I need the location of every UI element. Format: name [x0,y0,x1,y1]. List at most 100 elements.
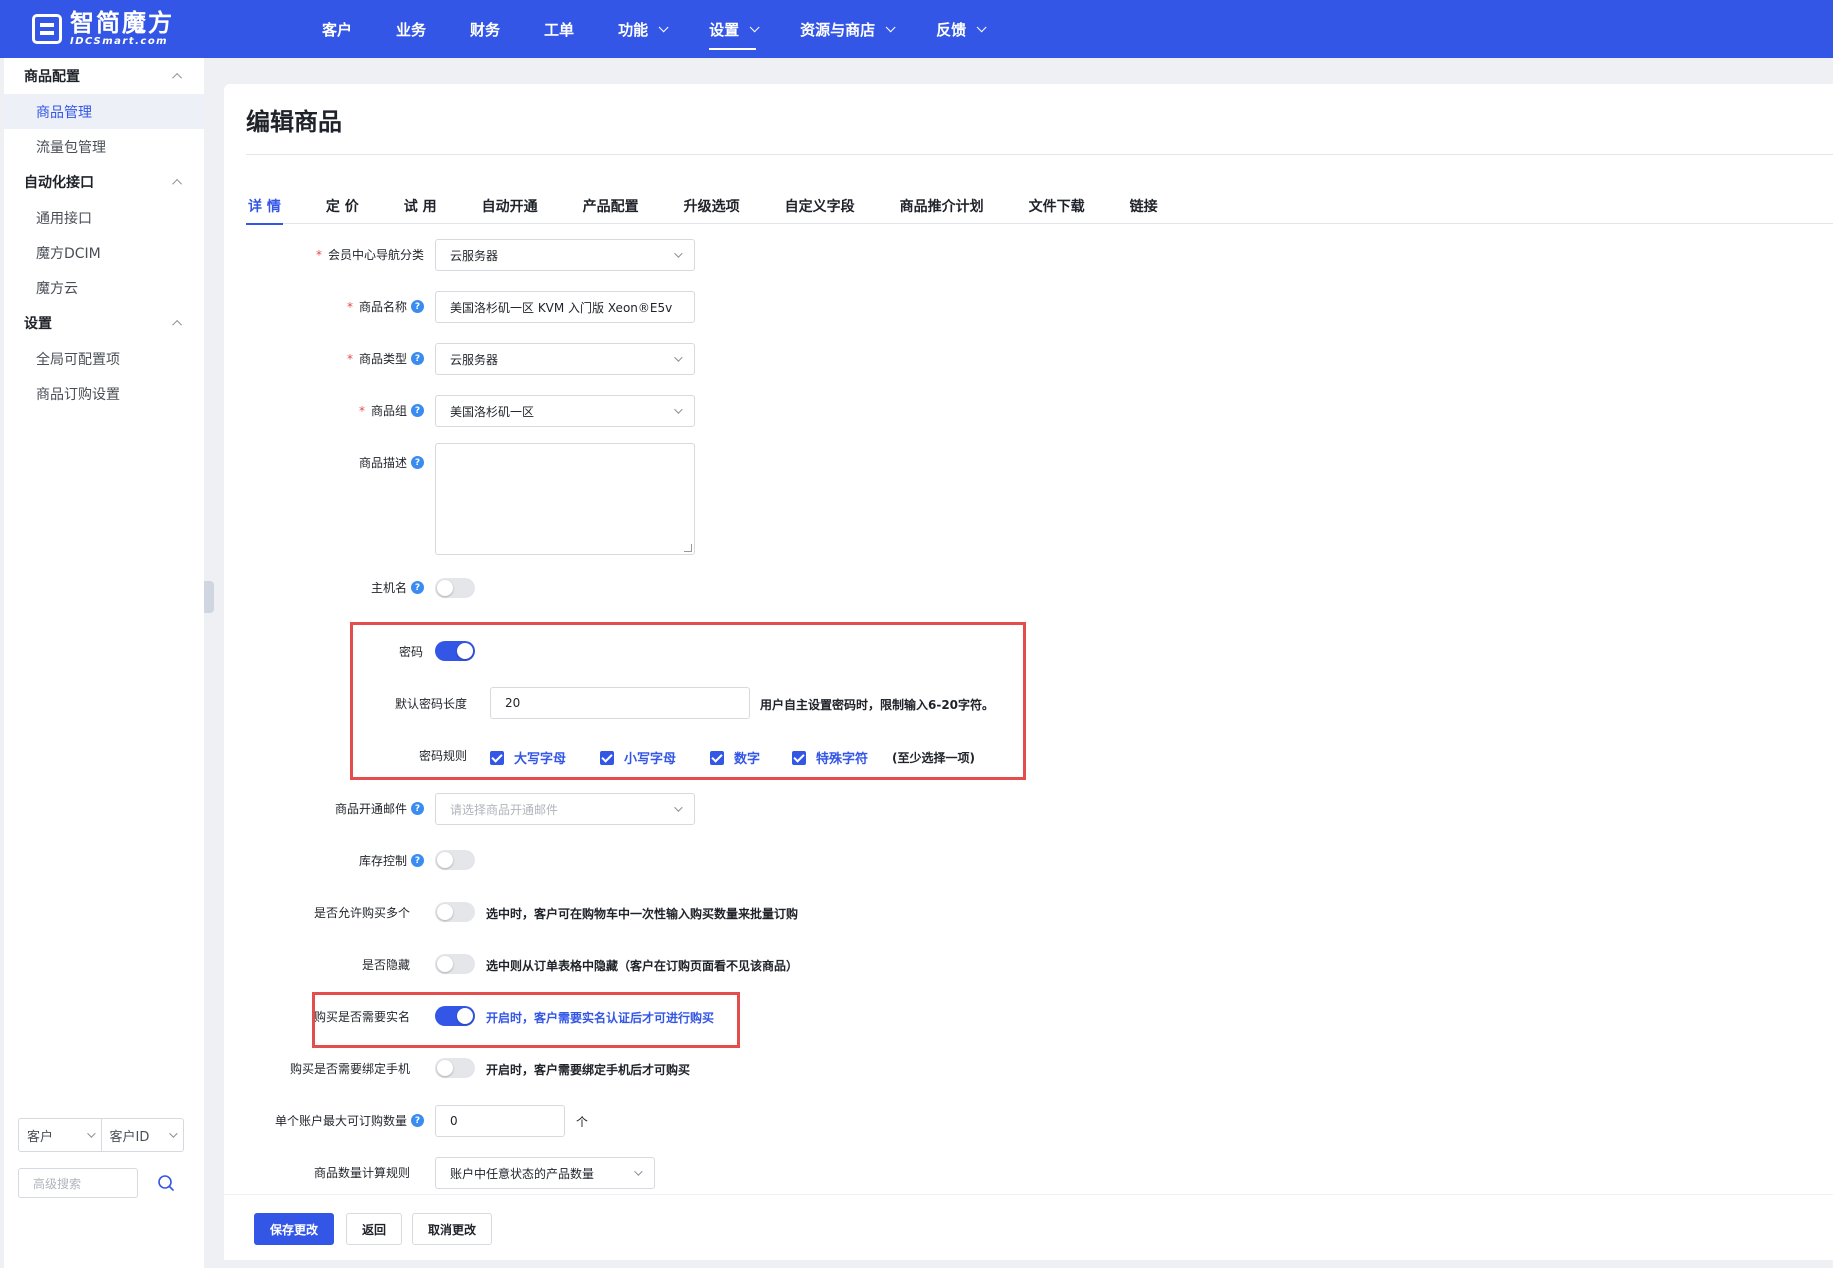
nav-category-select[interactable]: 云服务器 [435,239,695,271]
sidebar-item-product-management[interactable]: 商品管理 [4,94,204,129]
nav-item-finance[interactable]: 财务 [448,0,522,58]
chevron-up-icon [172,72,183,83]
checkbox-special[interactable]: 特殊字符 [792,748,868,767]
nav-item-feedback[interactable]: 反馈 [914,0,1005,58]
product-group-select[interactable]: 美国洛杉矶一区 [435,395,695,427]
count-rule-select[interactable]: 账户中任意状态的产品数量 [435,1157,655,1189]
require-realname-switch[interactable] [435,1006,475,1026]
product-name-input[interactable]: 美国洛杉矶一区 KVM 入门版 Xeon®E5v [435,291,695,323]
allow-multiple-switch[interactable] [435,902,475,922]
chevron-down-icon [674,353,683,362]
tab-label: 自动开通 [481,199,538,215]
tab-auto-provision[interactable]: 自动开通 [480,188,540,224]
search-type-select[interactable]: 客户 [19,1119,102,1151]
label-product-group: * 商品组? [359,402,424,419]
nav-item-business[interactable]: 业务 [374,0,448,58]
sidebar-group-settings[interactable]: 设置 [4,305,204,341]
tab-label: 商品推介计划 [899,199,984,215]
input-value: 美国洛杉矶一区 KVM 入门版 Xeon®E5v [450,300,673,315]
product-type-select[interactable]: 云服务器 [435,343,695,375]
sidebar-item-global-config[interactable]: 全局可配置项 [4,341,204,376]
sidebar-item-label: 全局可配置项 [36,351,120,368]
open-email-select[interactable]: 请选择商品开通邮件 [435,793,695,825]
sidebar-collapse-handle[interactable] [204,581,214,613]
select-value: 云服务器 [450,248,499,263]
search-button[interactable] [150,1168,182,1198]
advanced-search-input[interactable]: 高级搜索 [18,1168,138,1198]
search-type-value: 客户 [27,1129,54,1145]
nav-label: 功能 [618,20,649,39]
help-icon: ? [411,456,424,469]
tab-label: 文件下载 [1028,199,1085,215]
checkbox-label: 大写字母 [514,752,567,767]
checkbox-checked-icon [490,750,504,765]
nav-item-features[interactable]: 功能 [596,0,687,58]
sidebar-item-cloud[interactable]: 魔方云 [4,270,204,305]
sidebar-group-title: 设置 [24,316,52,332]
description-textarea[interactable] [435,443,695,555]
checkbox-uppercase[interactable]: 大写字母 [490,748,566,767]
sidebar-item-dcim[interactable]: 魔方DCIM [4,235,204,270]
max-per-account-input[interactable]: 0 [435,1105,565,1137]
sidebar-item-traffic-package[interactable]: 流量包管理 [4,129,204,164]
tab-custom-fields[interactable]: 自定义字段 [783,188,857,224]
sidebar-group-title: 自动化接口 [24,175,94,191]
chevron-up-icon [172,319,183,330]
nav-item-customers[interactable]: 客户 [300,0,374,58]
sidebar-group-automation[interactable]: 自动化接口 [4,164,204,200]
tab-label: 自定义字段 [784,199,855,215]
sidebar-item-label: 魔方云 [36,280,78,297]
brand-logo[interactable]: 智简魔方 IDCSmart.com [32,10,174,48]
sidebar: 商品配置 商品管理 流量包管理 自动化接口 通用接口 魔方DCIM 魔方云 设置… [4,58,204,1268]
nav-item-settings[interactable]: 设置 [687,0,778,58]
checkbox-checked-icon [710,750,724,765]
require-phone-switch[interactable] [435,1058,475,1078]
resize-grip-icon[interactable] [684,544,692,552]
label-description: 商品描述? [359,454,424,471]
chevron-down-icon [749,21,760,32]
nav-item-tickets[interactable]: 工单 [522,0,596,58]
tab-label: 链接 [1129,199,1158,215]
brand-name-cn: 智简魔方 [70,9,174,37]
checkbox-checked-icon [600,750,614,765]
sidebar-item-generic-api[interactable]: 通用接口 [4,200,204,235]
help-icon: ? [411,1114,424,1127]
chevron-down-icon [674,405,683,414]
sidebar-item-label: 商品管理 [36,104,92,121]
checkbox-label: 特殊字符 [816,752,869,767]
hostname-switch[interactable] [435,578,475,598]
back-button[interactable]: 返回 [346,1213,402,1245]
action-bar: 保存更改 返回 取消更改 [224,1194,1833,1260]
stock-control-switch[interactable] [435,850,475,870]
nav-item-resources-store[interactable]: 资源与商店 [778,0,914,58]
sidebar-group-product-config[interactable]: 商品配置 [4,58,204,94]
tab-product-config[interactable]: 产品配置 [581,188,641,224]
tab-downloads[interactable]: 文件下载 [1027,188,1087,224]
help-icon: ? [411,300,424,313]
select-value: 云服务器 [450,352,499,367]
hidden-switch[interactable] [435,954,475,974]
search-field-value: 客户ID [109,1129,150,1145]
cancel-button[interactable]: 取消更改 [412,1213,492,1245]
label-stock-control: 库存控制? [359,852,424,869]
tab-upgrade-options[interactable]: 升级选项 [682,188,742,224]
tab-links[interactable]: 链接 [1128,188,1160,224]
require-phone-hint: 开启时，客户需要绑定手机后才可购买 [486,1063,691,1077]
label-product-name: * 商品名称? [347,298,424,315]
checkbox-lowercase[interactable]: 小写字母 [600,748,676,767]
label-hostname: 主机名? [371,579,424,596]
sidebar-item-label: 通用接口 [36,210,92,227]
password-length-input[interactable]: 20 [490,687,750,719]
tab-label: 产品配置 [582,199,639,215]
search-field-select[interactable]: 客户ID [102,1119,184,1151]
sidebar-item-order-settings[interactable]: 商品订购设置 [4,376,204,411]
save-button[interactable]: 保存更改 [254,1213,334,1245]
checkbox-digits[interactable]: 数字 [710,748,760,767]
help-icon: ? [411,854,424,867]
password-switch[interactable] [435,641,475,661]
password-length-hint: 用户自主设置密码时，限制输入6-20字符。 [760,698,995,712]
product-tabs: 详 情 定 价 试 用 自动开通 产品配置 升级选项 自定义字段 商品推介计划 … [246,188,1833,225]
nav-label: 业务 [396,20,427,39]
select-placeholder: 请选择商品开通邮件 [450,802,559,817]
tab-referral-plan[interactable]: 商品推介计划 [898,188,986,224]
